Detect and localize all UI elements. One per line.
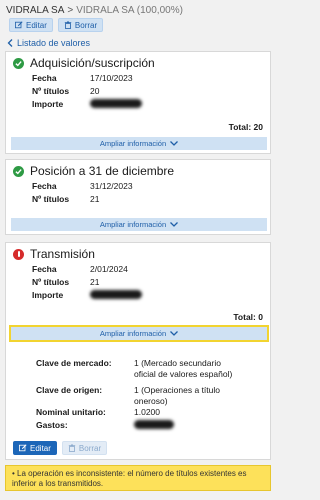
edit-button-label: Editar [30,443,51,453]
field-row: Fecha 31/12/2023 [32,181,133,191]
detail-row: Gastos: [36,420,244,432]
expand-button[interactable]: Ampliar información [11,137,267,150]
detail-row: Clave de origen: 1 (Operaciones a título … [36,385,244,407]
chevron-left-icon [7,39,13,47]
field-row: Importe [32,99,142,110]
total-label: Total: [233,312,256,322]
expand-button-label: Ampliar información [99,329,167,338]
acquisition-card: Adquisición/suscripción Fecha 17/10/2023 … [5,51,271,154]
field-value: 31/12/2023 [90,181,133,191]
card-title: Posición a 31 de diciembre [13,164,174,178]
transfer-card: Transmisión Fecha 2/01/2024 Nº títulos 21 … [5,242,271,460]
chevron-down-icon [170,331,179,336]
field-label: Fecha [32,73,57,83]
chevron-down-icon [170,222,179,227]
detail-value: 1 (Operaciones a título oneroso) [134,385,220,406]
total-label: Total: [228,122,252,132]
total-value: 20 [253,122,263,132]
trash-icon [68,444,76,452]
redacted-expenses [134,420,244,432]
field-label: Nº títulos [32,86,70,96]
field-row: Nº títulos 21 [32,277,99,287]
edit-button-label: Editar [26,20,47,30]
chevron-down-icon [170,141,179,146]
total-value: 0 [258,312,263,322]
expand-button-label: Ampliar información [99,220,167,229]
redacted-amount [90,99,142,110]
field-row: Nº títulos 20 [32,86,99,96]
field-value: 21 [90,194,100,204]
delete-button-label: Borrar [74,20,98,30]
field-row: Importe [32,290,142,301]
detail-row: Clave de mercado: 1 (Mercado secundario o… [36,358,244,380]
error-icon [13,248,24,260]
detail-row: Nominal unitario: 1.0200 [36,407,244,418]
top-toolbar: Editar Borrar [9,18,104,32]
detail-label: Clave de mercado: [36,358,112,368]
field-label: Fecha [32,264,57,274]
breadcrumb-company[interactable]: VIDRALA SA [6,5,64,16]
field-row: Fecha 17/10/2023 [32,73,133,83]
detail-label: Clave de origen: [36,385,103,395]
card-title-text: Transmisión [30,247,95,261]
field-label: Nº títulos [32,194,70,204]
field-label: Importe [32,99,64,109]
expand-button[interactable]: Ampliar información [9,325,269,342]
inconsistency-warning: • La operación es inconsistente: el núme… [5,465,271,491]
edit-icon [19,444,27,452]
check-icon [13,57,24,69]
total: Total: 0 [233,312,263,322]
trash-icon [64,21,72,29]
breadcrumb-separator: > [67,5,74,16]
detail-label: Nominal unitario: [36,407,106,417]
delete-transfer-button[interactable]: Borrar [61,441,108,455]
card-title: Adquisición/suscripción [13,56,155,70]
edit-icon [15,21,23,29]
card-title-text: Posición a 31 de diciembre [30,164,175,178]
field-label: Importe [32,290,64,300]
detail-value: 1 (Mercado secundario oficial de valores… [134,358,233,379]
edit-transfer-button[interactable]: Editar [13,441,57,455]
field-label: Fecha [32,181,57,191]
back-link[interactable]: Listado de valores [7,38,90,48]
detail-label: Gastos: [36,420,68,430]
card-title-text: Adquisición/suscripción [30,56,155,70]
card-toolbar: Editar Borrar [13,441,108,455]
delete-button[interactable]: Borrar [57,18,104,32]
year-end-position-card: Posición a 31 de diciembre Fecha 31/12/20… [5,159,271,235]
field-label: Nº títulos [32,277,70,287]
detail-value: 1.0200 [134,407,160,417]
redacted-amount [90,290,142,301]
warning-text: La operación es inconsistente: el número… [12,469,247,488]
field-value: 20 [90,86,100,96]
card-title: Transmisión [13,247,95,261]
breadcrumb: VIDRALA SA > VIDRALA SA (100,00%) [6,5,183,16]
total: Total: 20 [229,122,263,132]
field-row: Fecha 2/01/2024 [32,264,128,274]
edit-button[interactable]: Editar [9,18,53,32]
delete-button-label: Borrar [78,443,102,453]
breadcrumb-current: VIDRALA SA (100,00%) [76,5,183,16]
field-row: Nº títulos 21 [32,194,99,204]
field-value: 2/01/2024 [90,264,128,274]
field-value: 17/10/2023 [90,73,133,83]
expand-button-label: Ampliar información [99,139,167,148]
back-link-label: Listado de valores [17,38,91,48]
field-value: 21 [90,277,100,287]
check-icon [13,165,24,177]
expand-button[interactable]: Ampliar información [11,218,267,231]
